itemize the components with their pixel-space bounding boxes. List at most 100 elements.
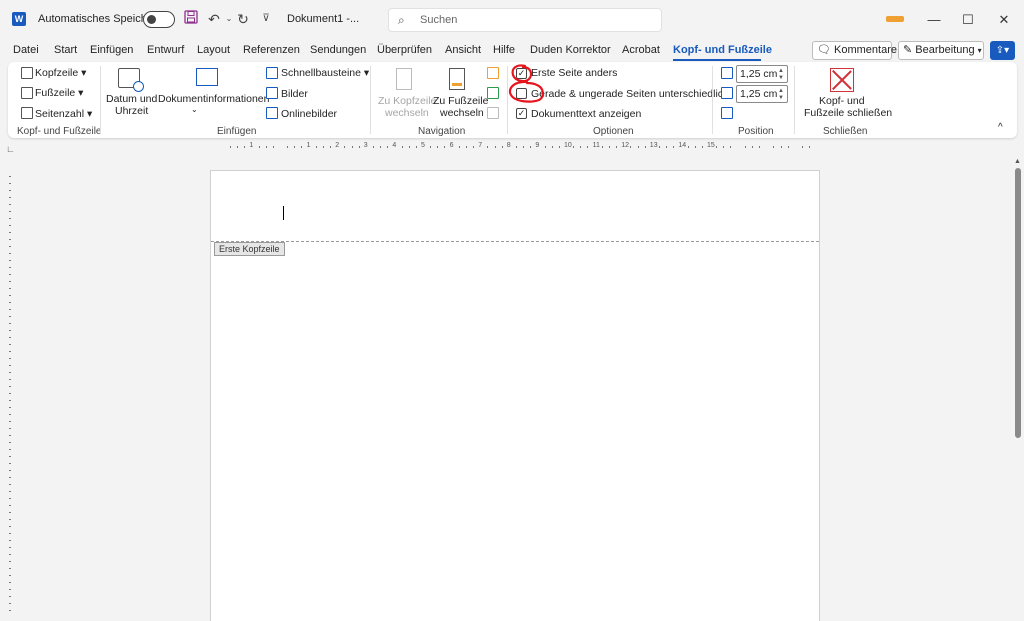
editing-label: Bearbeitung [915, 44, 975, 56]
ruler-tick [637, 146, 639, 148]
goto-footer-icon [449, 68, 465, 90]
editing-button[interactable]: ✎ Bearbeitung ▾ [898, 41, 984, 60]
ruler-tick [616, 146, 618, 148]
footer-button[interactable]: Fußzeile ▾ [35, 87, 83, 99]
tab-kopf-und-fusszeile[interactable]: Kopf- und Fußzeile [673, 44, 772, 56]
separator [100, 66, 101, 134]
tab-duden-korrektor[interactable]: Duden Korrektor [530, 44, 611, 56]
show-document-text-label[interactable]: Dokumenttext anzeigen [531, 108, 641, 120]
ruler-number: 7 [478, 142, 483, 149]
minimize-button[interactable]: — [924, 10, 944, 30]
tab-datei[interactable]: Datei [13, 44, 39, 56]
customize-toolbar-icon[interactable]: ⊽ [257, 10, 275, 28]
autosave-toggle[interactable] [143, 11, 175, 28]
goto-header-label-2[interactable]: wechseln [385, 107, 429, 119]
close-window-button[interactable]: ✕ [994, 10, 1014, 30]
ruler-tick [9, 568, 11, 569]
ruler-number: 12 [621, 142, 629, 149]
show-document-text-checkbox[interactable]: ✓ [516, 108, 527, 119]
pictures-button[interactable]: Bilder [281, 88, 308, 100]
ruler-tick [9, 253, 11, 254]
ruler-number: 14 [678, 142, 687, 149]
spin-up-icon[interactable]: ▲ [778, 88, 784, 95]
ruler-tick [9, 246, 11, 247]
different-first-page-checkbox[interactable]: ✓ [516, 68, 527, 79]
close-header-footer-icon[interactable] [830, 68, 854, 92]
user-avatar[interactable] [886, 16, 904, 22]
vertical-scrollbar[interactable]: ▲ [1014, 158, 1022, 621]
online-pictures-button[interactable]: Onlinebilder [281, 108, 337, 120]
previous-section-icon[interactable] [487, 67, 499, 79]
ruler-tick [465, 146, 467, 148]
ruler-number: 10 [564, 142, 572, 149]
goto-header-label-1[interactable]: Zu Kopfzeile [378, 95, 436, 107]
scrollbar-thumb[interactable] [1015, 168, 1021, 438]
document-title[interactable]: Dokument1 -... [287, 13, 359, 25]
ruler-tick [9, 540, 11, 541]
document-info-dropdown-icon[interactable]: ⌄ [191, 105, 198, 114]
spin-down-icon[interactable]: ▼ [778, 95, 784, 102]
tab-selector-icon[interactable]: ∟ [6, 144, 15, 154]
tab-start[interactable]: Start [54, 44, 77, 56]
next-section-icon[interactable] [487, 87, 499, 99]
maximize-button[interactable]: ☐ [958, 10, 978, 30]
tab-ansicht[interactable]: Ansicht [445, 44, 481, 56]
comments-button[interactable]: 🗨 Kommentare [812, 41, 897, 60]
tab-hilfe[interactable]: Hilfe [493, 44, 515, 56]
align-tab-icon[interactable] [721, 107, 733, 119]
footer-position-spinner[interactable]: 1,25 cm ▲ ▼ [736, 85, 788, 103]
header-boundary [211, 241, 819, 242]
date-time-label-2[interactable]: Uhrzeit [115, 105, 148, 117]
date-time-label-1[interactable]: Datum und [106, 93, 157, 105]
tab-layout[interactable]: Layout [197, 44, 230, 56]
ruler-tick [9, 274, 11, 275]
different-first-page-label[interactable]: Erste Seite anders [531, 67, 617, 79]
header-button[interactable]: Kopfzeile ▾ [35, 67, 86, 79]
ruler-tick [759, 146, 761, 148]
ruler-tick [9, 218, 11, 219]
share-button[interactable]: ⇪▾ [990, 41, 1015, 60]
search-box[interactable]: ⌕ Suchen [388, 8, 662, 32]
goto-footer-label-1[interactable]: Zu Fußzeile [433, 95, 488, 107]
horizontal-ruler[interactable]: 1 1 2 3 4 5 6 7 8 9 10 11 12 13 14 15 [210, 142, 820, 152]
redo-icon[interactable]: ↻ [234, 10, 252, 28]
close-header-footer-label-2[interactable]: Fußzeile schließen [804, 107, 892, 119]
ruler-tick [601, 146, 603, 148]
tab-ueberpruefen[interactable]: Überprüfen [377, 44, 432, 56]
page-number-button[interactable]: Seitenzahl ▾ [35, 108, 92, 120]
spin-down-icon[interactable]: ▼ [778, 75, 784, 82]
ruler-tick [9, 421, 11, 422]
scroll-up-icon[interactable]: ▲ [1014, 158, 1021, 165]
save-icon[interactable] [182, 10, 200, 28]
group-label-close: Schließen [823, 126, 868, 137]
ruler-tick [458, 146, 460, 148]
tab-einfuegen[interactable]: Einfügen [90, 44, 133, 56]
tab-sendungen[interactable]: Sendungen [310, 44, 366, 56]
ruler-tick [744, 146, 746, 148]
tab-entwurf[interactable]: Entwurf [147, 44, 184, 56]
ruler-tick [9, 344, 11, 345]
pencil-icon: ✎ [903, 44, 913, 56]
ruler-number: 13 [649, 142, 658, 149]
quick-parts-button[interactable]: Schnellbausteine ▾ [281, 67, 369, 79]
ruler-tick [9, 211, 11, 212]
vertical-ruler[interactable] [6, 172, 14, 621]
ruler-tick [9, 407, 11, 408]
odd-even-pages-label[interactable]: Gerade & ungerade Seiten unterschiedlich [531, 88, 729, 100]
ruler-tick [544, 146, 546, 148]
tab-acrobat[interactable]: Acrobat [622, 44, 660, 56]
document-info-button[interactable]: Dokumentinformationen [158, 93, 269, 105]
header-position-spinner[interactable]: 1,25 cm ▲ ▼ [736, 65, 788, 83]
tab-referenzen[interactable]: Referenzen [243, 44, 300, 56]
document-page[interactable]: Erste Kopfzeile [210, 170, 820, 621]
ruler-tick [9, 330, 11, 331]
collapse-ribbon-icon[interactable]: ^ [998, 122, 1003, 133]
close-header-footer-label-1[interactable]: Kopf- und [819, 95, 865, 107]
separator [370, 66, 371, 134]
spin-up-icon[interactable]: ▲ [778, 68, 784, 75]
ruler-number: 11 [592, 142, 600, 149]
link-to-previous-icon[interactable] [487, 107, 499, 119]
ruler-number: 15 [707, 142, 715, 149]
odd-even-pages-checkbox[interactable] [516, 88, 527, 99]
goto-footer-label-2[interactable]: wechseln [440, 107, 484, 119]
